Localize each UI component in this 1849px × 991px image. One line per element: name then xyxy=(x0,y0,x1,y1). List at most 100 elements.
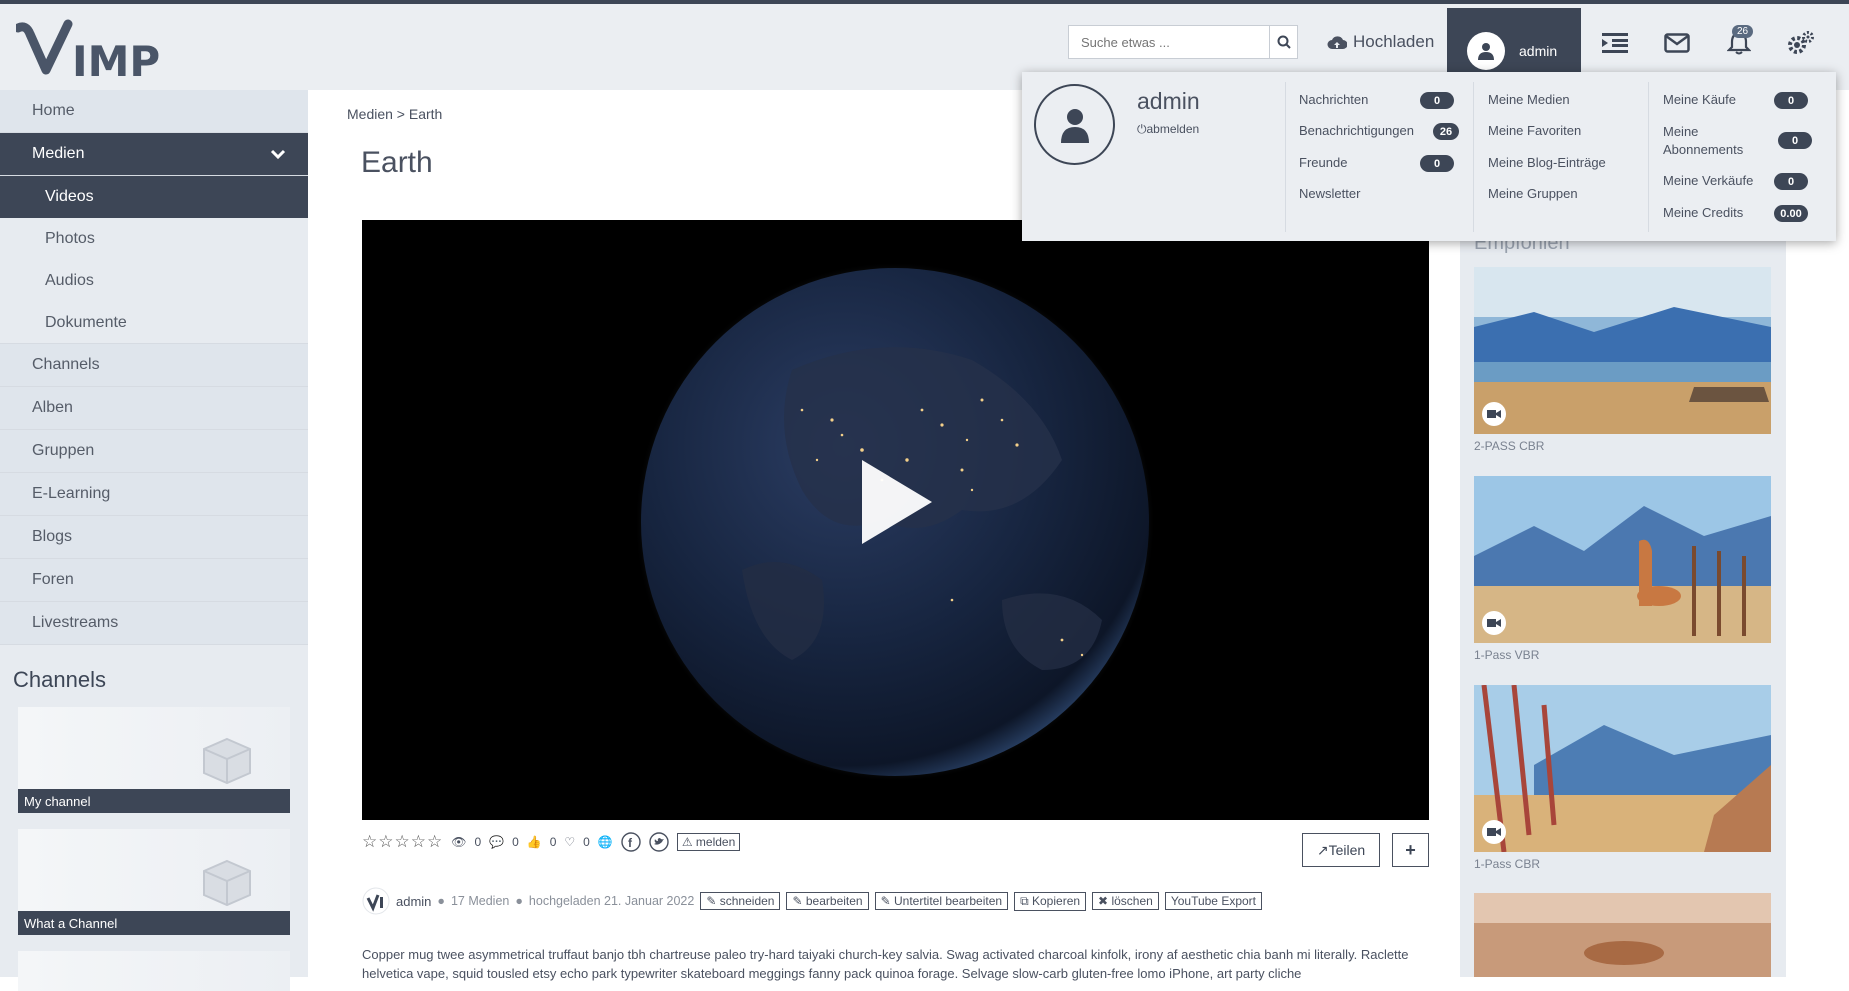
sidebar-item-livestreams[interactable]: Livestreams xyxy=(0,602,308,645)
star-rating[interactable]: ☆☆☆☆☆ xyxy=(362,832,443,852)
menu-item-messages[interactable]: Nachrichten xyxy=(1299,92,1368,107)
menu-item-my-favorites[interactable]: Meine Favoriten xyxy=(1488,123,1581,138)
close-icon: ✖ xyxy=(1098,894,1109,908)
media-count[interactable]: 17 Medien xyxy=(451,894,509,908)
search-input[interactable] xyxy=(1068,25,1269,59)
action-label: Untertitel bearbeiten xyxy=(894,894,1003,908)
menu-divider xyxy=(1473,82,1474,232)
delete-button[interactable]: ✖ löschen xyxy=(1092,892,1159,910)
logout-label: abmelden xyxy=(1146,122,1200,136)
sidebar-item-alben[interactable]: Alben xyxy=(0,387,308,430)
separator-dot: ● xyxy=(515,894,523,908)
sidebar-item-label: Photos xyxy=(45,230,95,247)
report-button[interactable]: ⚠ melden xyxy=(676,833,741,851)
pencil-icon: ✎ xyxy=(706,894,717,908)
sidebar-item-label: Videos xyxy=(45,188,94,205)
channel-name: My channel xyxy=(18,789,290,813)
menu-item-notifications[interactable]: Benachrichtigungen xyxy=(1299,123,1414,138)
sidebar-item-blogs[interactable]: Blogs xyxy=(0,516,308,559)
sidebar-item-foren[interactable]: Foren xyxy=(0,559,308,602)
facebook-icon[interactable]: f xyxy=(621,832,641,852)
menu-divider xyxy=(1648,82,1649,232)
upload-label: Hochladen xyxy=(1353,32,1435,51)
menu-item-my-sales[interactable]: Meine Verkäufe xyxy=(1663,173,1753,188)
menu-divider xyxy=(1285,82,1286,232)
share-button[interactable]: ↗ Teilen xyxy=(1302,833,1380,867)
upload-button[interactable]: Hochladen xyxy=(1327,32,1434,52)
user-icon xyxy=(1060,108,1089,143)
sidebar-item-photos[interactable]: Photos xyxy=(0,218,308,260)
cut-button[interactable]: ✎ schneiden xyxy=(700,892,781,910)
menu-item-my-media[interactable]: Meine Medien xyxy=(1488,92,1570,107)
menu-item-my-blog-posts[interactable]: Meine Blog-Einträge xyxy=(1488,155,1606,170)
credits-badge: 0.00 xyxy=(1774,205,1808,222)
menu-item-my-purchases[interactable]: Meine Käufe xyxy=(1663,92,1736,107)
recommended-caption[interactable]: 1-Pass CBR xyxy=(1474,857,1540,871)
sales-badge: 0 xyxy=(1774,173,1808,190)
list-indent-icon[interactable] xyxy=(1600,28,1630,58)
thumbs-up-icon[interactable]: 👍 xyxy=(527,835,542,849)
author-avatar[interactable] xyxy=(362,887,390,915)
media-meta-bar: admin ● 17 Medien ● hochgeladen 21. Janu… xyxy=(362,887,1262,915)
edit-button[interactable]: ✎ bearbeiten xyxy=(786,892,869,910)
messages-badge: 0 xyxy=(1420,92,1454,109)
page-title: Earth xyxy=(361,146,433,179)
action-label: schneiden xyxy=(719,894,775,908)
avatar xyxy=(1467,32,1505,70)
sidebar-item-home[interactable]: Home xyxy=(0,90,308,133)
add-to-playlist-button[interactable]: + xyxy=(1392,833,1429,867)
recommended-thumbnail[interactable] xyxy=(1474,267,1771,434)
sidebar-item-label: Livestreams xyxy=(32,614,119,631)
search-button[interactable] xyxy=(1269,25,1298,59)
menu-item-my-groups[interactable]: Meine Gruppen xyxy=(1488,186,1578,201)
edit-subtitles-button[interactable]: ✎ Untertitel bearbeiten xyxy=(874,892,1009,910)
video-thumbnail-image xyxy=(1474,893,1771,977)
sidebar-item-dokumente[interactable]: Dokumente xyxy=(0,302,308,344)
youtube-export-button[interactable]: YouTube Export xyxy=(1164,892,1262,910)
sidebar-item-label: Foren xyxy=(32,571,74,588)
video-player[interactable] xyxy=(362,220,1429,820)
recommended-caption[interactable]: 1-Pass VBR xyxy=(1474,648,1539,662)
menu-item-newsletter[interactable]: Newsletter xyxy=(1299,186,1360,201)
sidebar-item-gruppen[interactable]: Gruppen xyxy=(0,430,308,473)
sidebar-item-medien[interactable]: Medien xyxy=(0,133,308,176)
channel-card[interactable] xyxy=(18,951,290,991)
avatar[interactable] xyxy=(1034,84,1115,165)
sidebar: Home Medien Videos Photos Audios Dokumen… xyxy=(0,90,308,991)
recommended-caption[interactable]: 2-PASS CBR xyxy=(1474,439,1544,453)
sidebar-item-audios[interactable]: Audios xyxy=(0,260,308,302)
vimp-logo[interactable]: IMP xyxy=(16,18,170,82)
copy-button[interactable]: ⧉ Kopieren xyxy=(1014,891,1087,911)
recommended-thumbnail[interactable] xyxy=(1474,893,1771,977)
breadcrumb[interactable]: Medien > Earth xyxy=(347,106,442,122)
video-thumbnail-image xyxy=(1474,685,1771,852)
globe-icon: 🌐 xyxy=(597,835,613,849)
action-label: löschen xyxy=(1111,894,1153,908)
purchases-badge: 0 xyxy=(1774,92,1808,109)
logout-link[interactable]: ⏻abmelden xyxy=(1137,122,1199,137)
heart-icon[interactable]: ♡ xyxy=(564,835,575,849)
plus-label: + xyxy=(1405,839,1416,860)
twitter-icon[interactable] xyxy=(649,832,669,852)
views-count: 0 xyxy=(474,835,482,849)
channel-card[interactable]: My channel xyxy=(18,707,290,813)
cube-icon xyxy=(203,737,251,785)
favorites-count: 0 xyxy=(583,835,590,849)
sidebar-item-label: Audios xyxy=(45,272,94,289)
gears-icon[interactable] xyxy=(1786,28,1816,58)
sidebar-item-e-learning[interactable]: E-Learning xyxy=(0,473,308,516)
warning-icon: ⚠ xyxy=(681,835,693,849)
sidebar-item-channels[interactable]: Channels xyxy=(0,344,308,387)
comments-count: 0 xyxy=(512,835,519,849)
recommended-thumbnail[interactable] xyxy=(1474,476,1771,643)
notifications-badge: 26 xyxy=(1433,123,1459,140)
envelope-icon[interactable] xyxy=(1662,28,1692,58)
menu-item-friends[interactable]: Freunde xyxy=(1299,155,1347,170)
upload-date: hochgeladen 21. Januar 2022 xyxy=(528,894,695,908)
author-name[interactable]: admin xyxy=(396,894,431,909)
sidebar-item-videos[interactable]: Videos xyxy=(0,176,308,218)
channel-card[interactable]: What a Channel xyxy=(18,829,290,935)
menu-item-my-subscriptions[interactable]: Meine Abonnements xyxy=(1663,123,1753,159)
menu-item-my-credits[interactable]: Meine Credits xyxy=(1663,205,1743,220)
recommended-thumbnail[interactable] xyxy=(1474,685,1771,852)
